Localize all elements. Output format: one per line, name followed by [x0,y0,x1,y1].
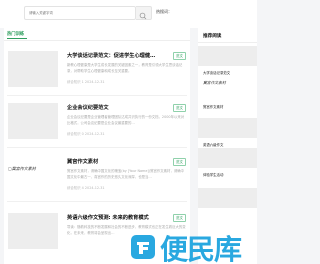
article-item[interactable]: 企业会议纪要范文 范文 企业会议纪要是企业管理者管理团队达成共识执行的一份文档，… [4,98,190,148]
article-meta: 综合知识 1 2024-12-31 [67,80,105,84]
divider [198,42,257,43]
article-tag[interactable]: 范文 [173,158,186,166]
article-tag[interactable]: 范文 [173,104,186,112]
sidebar-thumbnail[interactable] [198,188,257,208]
sidebar-title: 推荐阅读 [203,34,222,39]
hot-search-label: 热搜词： [156,9,172,14]
search-button[interactable] [136,6,152,20]
article-title[interactable]: 冀宫作文素材 [67,158,98,165]
sidebar-item-label[interactable]: 英语六级作文 [203,142,223,147]
sidebar-item-label[interactable]: 大学谈话记录范文 [203,70,230,75]
thumbnail-alt-text: 冀宫作文素材 [11,166,36,171]
search-input[interactable] [24,6,136,20]
sidebar-thumbnail[interactable] [198,46,257,66]
article-item[interactable]: ▢冀宫作文素材 冀宫作文素材 范文 冀宫作文素材，请确中国文化的瑰宝(by [Y… [4,152,190,202]
article-summary: 新教心理健康是大学生成长发展的关键因素之一，教育是引领大学生思谈话记录，对帮助学… [67,63,183,73]
watermark: 便民库 [120,228,242,264]
article-tag[interactable]: 范文 [173,214,186,222]
section-title: 热门训练 [7,32,25,37]
article-thumbnail[interactable] [8,213,58,249]
divider [7,147,187,148]
section-title-underline [7,38,27,39]
sidebar-thumbnail-alt[interactable]: 冀宫作文素材 [203,80,226,86]
divider [4,40,190,41]
article-title[interactable]: 企业会议纪要范文 [67,104,109,111]
sidebar-item-label[interactable]: 冀宫作文素材 [203,104,223,109]
article-thumbnail[interactable] [8,103,58,139]
article-thumbnail[interactable]: ▢冀宫作文素材 [8,155,68,191]
watermark-logo-icon [131,235,155,259]
article-item[interactable]: 大学谈话记录范文：促进学生心理健… 范文 新教心理健康是大学生成长发展的关键因素… [4,46,190,96]
top-bar: 热搜词： [0,0,257,28]
article-meta: 综合知识 4 2024-12-31 [67,186,105,190]
sidebar-thumbnail[interactable] [198,148,257,168]
search-icon [139,12,147,20]
article-title[interactable]: 英语六级作文预测: 未来的教育模式 [67,214,149,221]
article-summary: 企业会议纪要是企业管理者管理团队达成共识执行的一份文档，2000年以来对比格式，… [67,115,185,125]
sidebar-thumbnail[interactable] [198,118,257,138]
article-thumbnail[interactable] [8,51,58,87]
watermark-text: 便民库 [160,233,242,264]
article-tag[interactable]: 范文 [173,52,186,60]
article-title[interactable]: 大学谈话记录范文：促进学生心理健… [67,52,155,59]
sidebar-item-label[interactable]: 体验学生活动 [203,172,223,177]
divider [7,95,187,96]
article-summary: 冀宫作文素材，请确中国文化的瑰宝(by [Your Name])冀宫作文素材，请… [67,169,184,179]
divider [7,201,187,202]
article-meta: 综合知识 0 2024-12-31 [67,132,105,136]
